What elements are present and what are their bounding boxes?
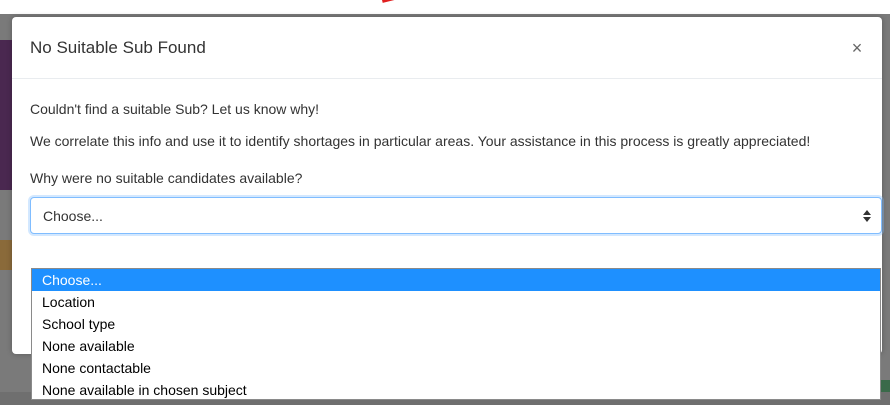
- option-none-available-in-subject[interactable]: None available in chosen subject: [32, 379, 880, 401]
- background-page-left-edge-accent: [0, 240, 12, 270]
- reason-select-value: Choose...: [43, 207, 103, 224]
- reason-select-dropdown: Choose... Location School type None avai…: [31, 268, 881, 400]
- background-page-top: [0, 0, 890, 14]
- modal-body: Couldn't find a suitable Sub? Let us kno…: [12, 79, 882, 234]
- modal-intro-text: Couldn't find a suitable Sub? Let us kno…: [30, 101, 320, 117]
- close-icon[interactable]: ×: [848, 39, 866, 57]
- option-location[interactable]: Location: [32, 291, 880, 313]
- modal-description-text: We correlate this info and use it to ide…: [30, 133, 811, 149]
- reason-select-label: Why were no suitable candidates availabl…: [30, 170, 303, 186]
- option-school-type[interactable]: School type: [32, 313, 880, 335]
- option-choose[interactable]: Choose...: [32, 269, 880, 291]
- option-none-available[interactable]: None available: [32, 335, 880, 357]
- modal-header: No Suitable Sub Found ×: [12, 17, 882, 79]
- reason-select[interactable]: Choose...: [30, 197, 882, 234]
- modal-title: No Suitable Sub Found: [30, 37, 206, 57]
- background-page-left-edge: [0, 40, 12, 190]
- select-arrows-icon: [863, 209, 871, 223]
- option-none-contactable[interactable]: None contactable: [32, 357, 880, 379]
